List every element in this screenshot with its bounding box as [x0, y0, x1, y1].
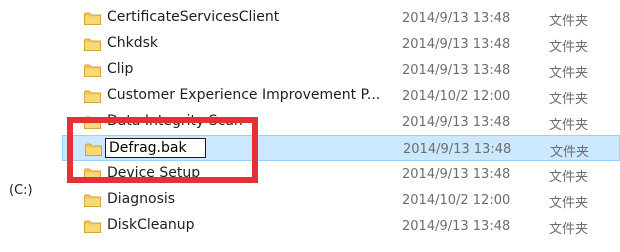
- file-type: 文件夹: [549, 170, 589, 185]
- folder-icon: [84, 90, 101, 103]
- drive-c-label[interactable]: (C:): [9, 183, 33, 198]
- list-item-chkdsk[interactable]: Chkdsk 2014/9/13 13:48 文件夹: [62, 31, 620, 57]
- list-item-device-setup[interactable]: Device Setup 2014/9/13 13:48 文件夹: [62, 161, 620, 187]
- folder-icon: [84, 12, 101, 25]
- folder-icon: [84, 168, 101, 181]
- file-type: 文件夹: [550, 145, 590, 160]
- date-modified: 2014/9/13 13:48: [402, 115, 511, 130]
- file-name: CertificateServicesClient: [107, 9, 280, 25]
- folder-icon: [84, 220, 101, 233]
- file-type: 文件夹: [549, 222, 589, 237]
- list-item-clip[interactable]: Clip 2014/9/13 13:48 文件夹: [62, 57, 620, 83]
- list-item-data-integrity-scan[interactable]: Data Integrity Scan 2014/9/13 13:48 文件夹: [62, 109, 620, 135]
- list-item-defrag-selected[interactable]: 2014/9/13 13:48 文件夹: [62, 135, 620, 161]
- list-item-diagnosis[interactable]: Diagnosis 2014/10/2 12:00 文件夹: [62, 187, 620, 213]
- file-name: Customer Experience Improvement P...: [107, 87, 381, 103]
- folder-icon: [84, 38, 101, 51]
- file-type: 文件夹: [549, 118, 589, 133]
- file-name: Device Setup: [107, 165, 201, 181]
- list-item-diskcleanup[interactable]: DiskCleanup 2014/9/13 13:48 文件夹: [62, 213, 620, 239]
- date-modified: 2014/10/2 12:00: [402, 193, 511, 208]
- date-modified: 2014/9/13 13:48: [402, 219, 511, 234]
- file-list: CertificateServicesClient 2014/9/13 13:4…: [62, 5, 620, 239]
- folder-icon: [84, 64, 101, 77]
- list-item-certificateservicesclient[interactable]: CertificateServicesClient 2014/9/13 13:4…: [62, 5, 620, 31]
- file-name: Diagnosis: [107, 191, 176, 207]
- file-type: 文件夹: [549, 196, 589, 211]
- file-name: Chkdsk: [107, 35, 159, 51]
- date-modified: 2014/9/13 13:48: [403, 142, 512, 157]
- date-modified: 2014/9/13 13:48: [402, 167, 511, 182]
- rename-input[interactable]: [105, 138, 206, 158]
- date-modified: 2014/10/2 12:00: [402, 89, 511, 104]
- file-type: 文件夹: [549, 92, 589, 107]
- file-type: 文件夹: [549, 40, 589, 55]
- list-item-customer-experience-improvement[interactable]: Customer Experience Improvement P... 201…: [62, 83, 620, 109]
- file-type: 文件夹: [549, 14, 589, 29]
- folder-icon: [84, 116, 101, 129]
- folder-icon: [85, 143, 102, 156]
- folder-icon: [84, 194, 101, 207]
- date-modified: 2014/9/13 13:48: [402, 63, 511, 78]
- file-name: DiskCleanup: [107, 217, 195, 233]
- date-modified: 2014/9/13 13:48: [402, 37, 511, 52]
- date-modified: 2014/9/13 13:48: [402, 11, 511, 26]
- file-type: 文件夹: [549, 66, 589, 81]
- navigation-pane: (C:): [0, 0, 62, 252]
- file-name: Data Integrity Scan: [107, 113, 243, 129]
- file-name: Clip: [107, 61, 134, 77]
